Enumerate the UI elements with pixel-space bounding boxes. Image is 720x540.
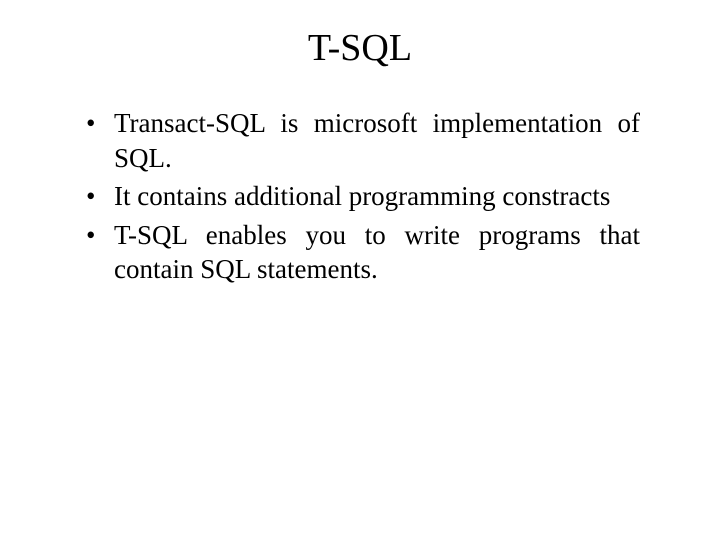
slide: T-SQL Transact-SQL is microsoft implemen…: [0, 0, 720, 540]
slide-title: T-SQL: [60, 26, 660, 70]
bullet-list: Transact-SQL is microsoft implementation…: [80, 106, 640, 287]
list-item: Transact-SQL is microsoft implementation…: [80, 106, 640, 175]
list-item: It contains additional programming const…: [80, 179, 640, 214]
list-item: T-SQL enables you to write programs that…: [80, 218, 640, 287]
